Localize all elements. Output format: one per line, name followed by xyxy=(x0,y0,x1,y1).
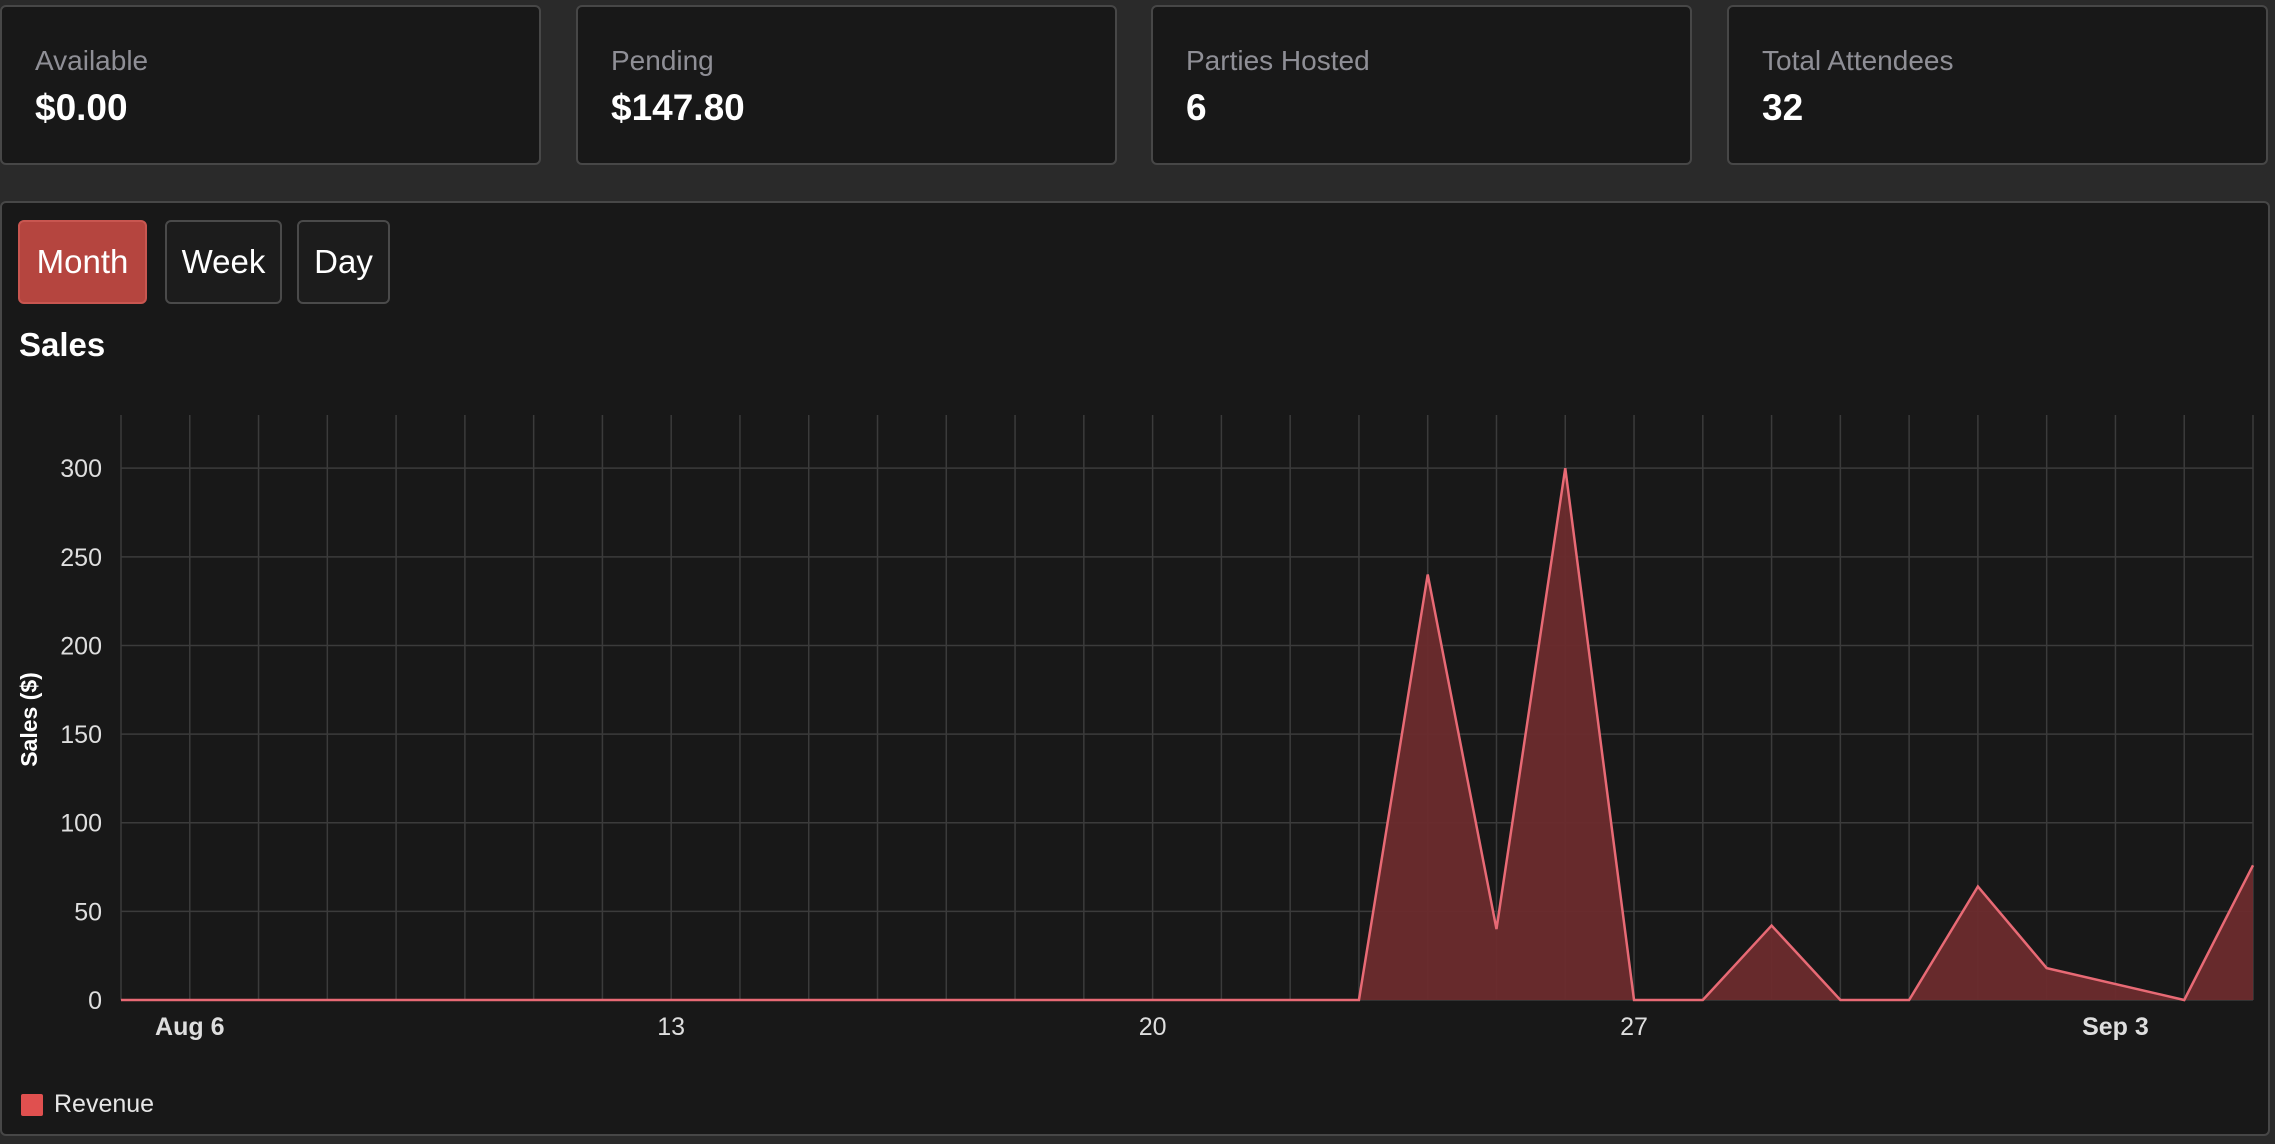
x-tick-label: 20 xyxy=(1139,1013,1167,1041)
x-tick-label: Sep 3 xyxy=(2082,1013,2149,1041)
y-tick-label: 100 xyxy=(60,810,102,838)
sales-chart: 0 50 100 150 200 250 300 Aug 6 13 20 27 Sep 3 Sales … xyxy=(16,415,2255,1041)
stat-value: 32 xyxy=(1762,87,1804,128)
stat-label: Available xyxy=(35,45,149,76)
stat-label: Total Attendees xyxy=(1762,45,1954,76)
chart-axes: 0 50 100 150 200 250 300 Aug 6 13 20 27 Sep 3 Sales … xyxy=(16,455,2149,1041)
stat-label: Parties Hosted xyxy=(1186,45,1370,76)
y-tick-label: 0 xyxy=(88,987,102,1015)
y-axis-label: Sales ($) xyxy=(16,672,42,767)
stat-value: 6 xyxy=(1186,87,1207,128)
stat-card-pending: Pending $147.80 xyxy=(576,5,1117,165)
x-tick-label: 27 xyxy=(1620,1013,1648,1041)
stat-card-parties-hosted: Parties Hosted 6 xyxy=(1151,5,1692,165)
y-tick-label: 200 xyxy=(60,632,102,660)
sales-chart-card: Month Week Day Sales 0 50 100 150 200 250 300 A… xyxy=(0,201,2270,1136)
y-tick-label: 50 xyxy=(74,898,102,926)
legend-swatch-revenue xyxy=(21,1094,43,1116)
y-tick-label: 300 xyxy=(60,455,102,483)
stat-value: $0.00 xyxy=(35,87,128,128)
stats-row: Available $0.00 Pending $147.80 Parties … xyxy=(0,5,2275,168)
y-tick-label: 250 xyxy=(60,544,102,572)
chart-grid xyxy=(120,415,2254,1001)
stat-card-available: Available $0.00 xyxy=(0,5,541,165)
stat-label: Pending xyxy=(611,45,714,76)
stat-card-total-attendees: Total Attendees 32 xyxy=(1727,5,2268,165)
x-tick-label: 13 xyxy=(657,1013,685,1041)
stat-value: $147.80 xyxy=(611,87,745,128)
x-tick-label: Aug 6 xyxy=(155,1013,224,1041)
y-tick-label: 150 xyxy=(60,721,102,749)
legend-label-revenue: Revenue xyxy=(54,1090,155,1118)
